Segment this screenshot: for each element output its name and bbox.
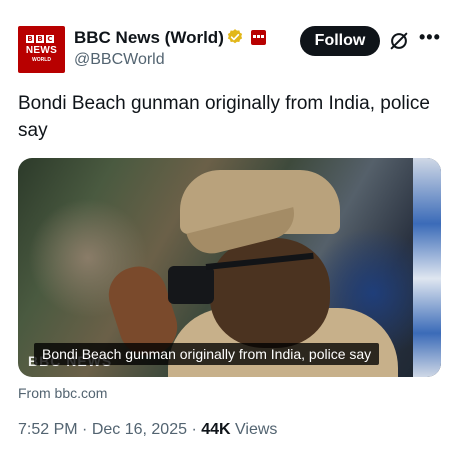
tweet-date[interactable]: Dec 16, 2025 — [92, 421, 187, 438]
walkie-talkie — [168, 266, 214, 304]
display-name[interactable]: BBC News (World) — [74, 28, 224, 48]
verified-badge-icon — [227, 29, 243, 44]
tweet-media-image[interactable]: BBC NEWS Bondi Beach gunman originally f… — [18, 158, 441, 377]
logo-block-2: B — [36, 35, 44, 43]
avatar-world-text: WORLD — [32, 57, 51, 63]
affiliate-bbc-icon — [251, 30, 266, 45]
avatar[interactable]: B B C NEWS WORLD — [18, 26, 65, 73]
views-count: 44K — [201, 421, 231, 438]
tweet-metadata: 7:52 PM · Dec 16, 2025 · 44K Views — [18, 421, 277, 439]
handle[interactable]: @BBCWorld — [74, 51, 165, 69]
media-caption: Bondi Beach gunman originally from India… — [34, 343, 380, 365]
tweet-time[interactable]: 7:52 PM — [18, 421, 78, 438]
grok-slash-icon[interactable] — [388, 30, 410, 52]
views-label: Views — [235, 421, 278, 438]
tweet-text: Bondi Beach gunman originally from India… — [18, 93, 430, 141]
separator: · — [187, 421, 202, 438]
bbc-logo: B B C — [26, 35, 54, 43]
more-options-icon[interactable]: ••• — [419, 27, 441, 48]
link-source[interactable]: From bbc.com — [18, 385, 107, 401]
background-stripe — [413, 158, 441, 377]
separator: · — [77, 421, 92, 438]
follow-button[interactable]: Follow — [300, 26, 380, 56]
logo-block-3: C — [46, 35, 54, 43]
logo-block-1: B — [26, 35, 34, 43]
avatar-news-text: NEWS — [25, 45, 58, 56]
